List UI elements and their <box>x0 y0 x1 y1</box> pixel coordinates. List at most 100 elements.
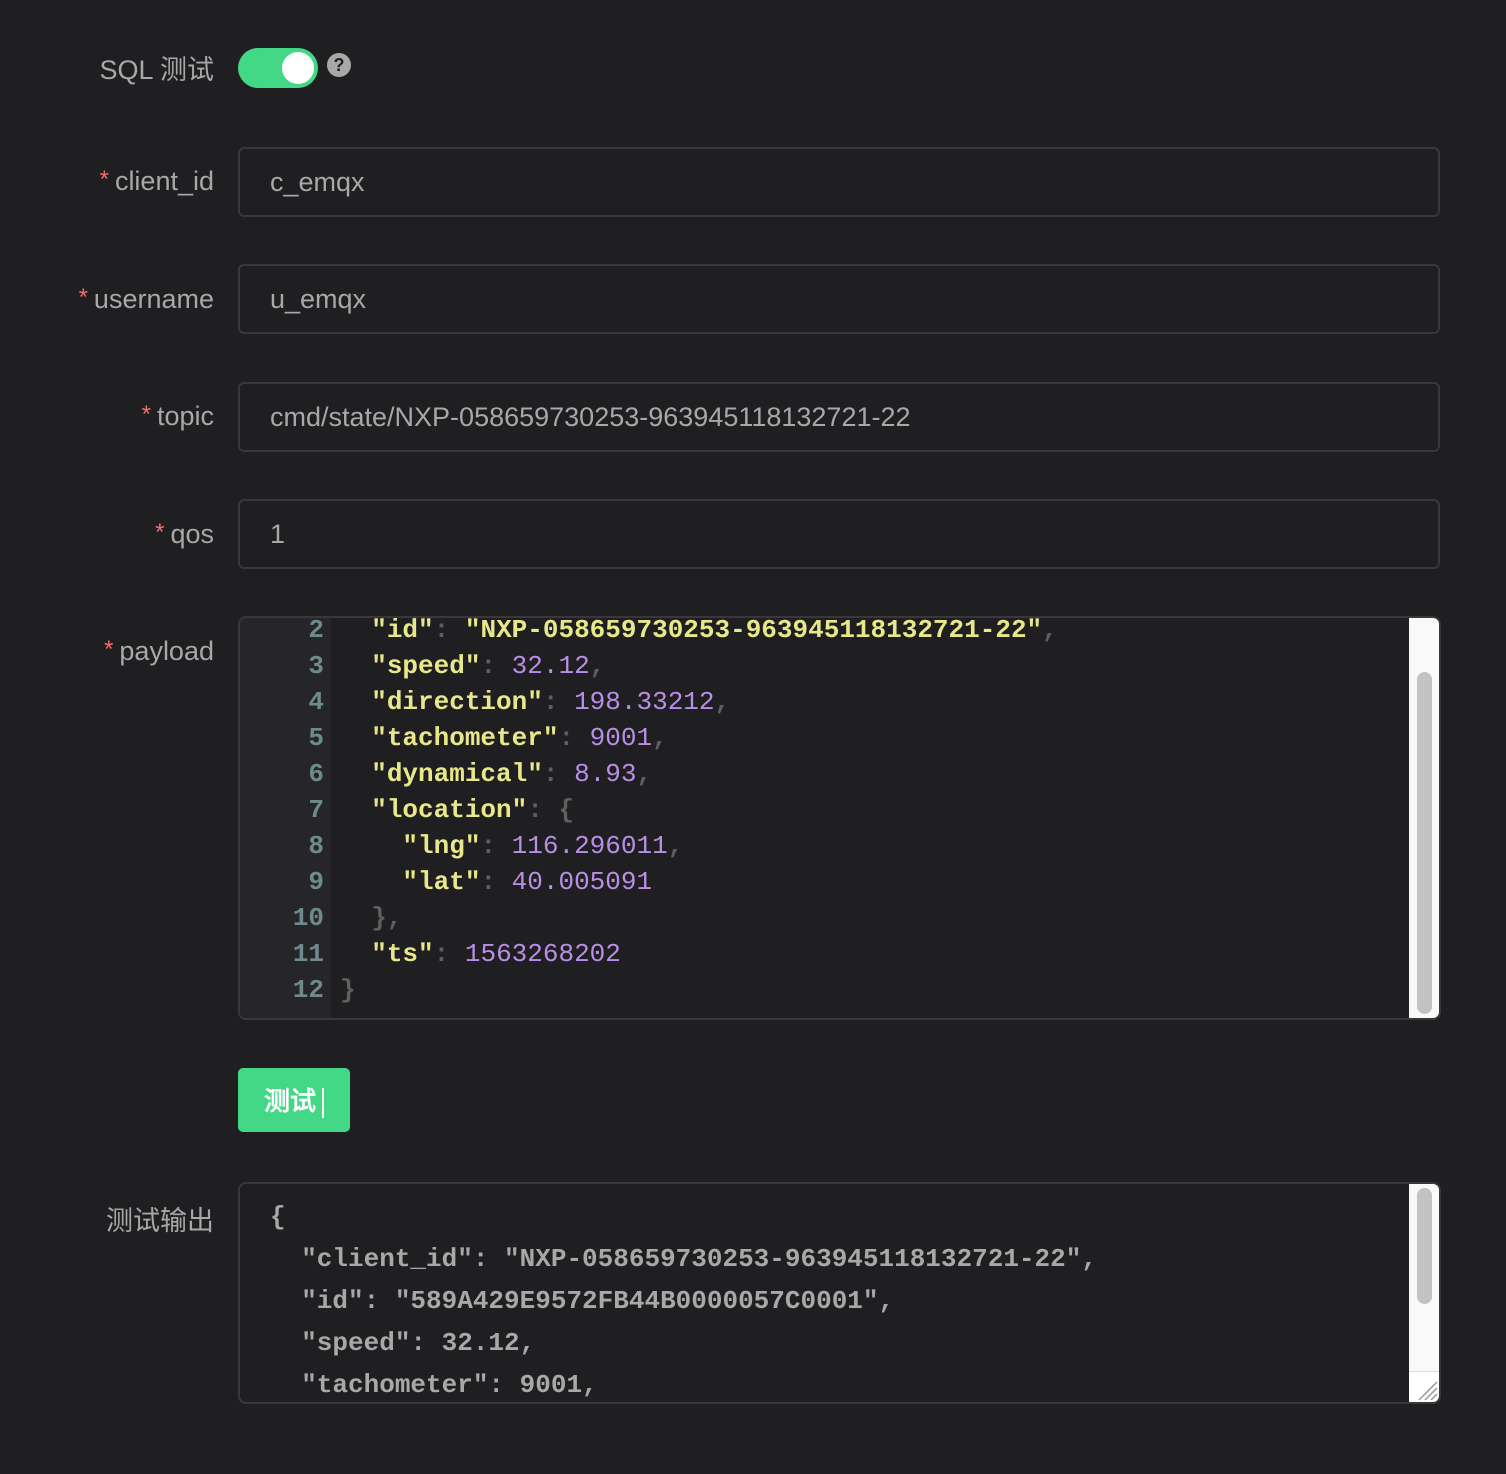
json-value: { <box>558 795 575 825</box>
json-key: "location" <box>371 795 528 825</box>
sql-test-label: SQL 测试 <box>99 55 214 85</box>
test-button[interactable]: 测试 <box>238 1068 350 1132</box>
line-number: 12 <box>292 975 324 1005</box>
json-key: "ts" <box>371 939 434 969</box>
code-content: "tachometer": 9001, <box>340 720 668 756</box>
code-content: "lng": 116.296011, <box>340 828 683 864</box>
line-number: 10 <box>292 903 324 933</box>
code-content: "lat": 40.005091 <box>340 864 652 900</box>
json-punct: , <box>652 723 668 753</box>
json-punct: , <box>714 687 731 717</box>
json-key: "speed" <box>371 651 481 681</box>
client-id-input[interactable] <box>240 149 1438 215</box>
json-separator: : <box>480 831 512 861</box>
json-separator: : <box>480 867 512 897</box>
required-mark: * <box>141 401 151 428</box>
qos-input[interactable] <box>240 501 1438 567</box>
client-id-label-text: client_id <box>114 166 214 196</box>
text-cursor <box>322 1088 324 1119</box>
json-key: "lat" <box>402 867 481 897</box>
json-separator: : <box>433 939 465 969</box>
code-content: "ts": 1563268202 <box>340 936 621 972</box>
payload-code-editor[interactable]: 2 "id": "NXP-058659730253-96394511813272… <box>238 616 1441 1020</box>
json-separator: : <box>542 687 575 717</box>
json-value: 198.33212 <box>574 687 715 717</box>
resize-handle-icon[interactable] <box>1409 1371 1439 1402</box>
code-lines: 2 "id": "NXP-058659730253-96394511813272… <box>240 616 1409 1008</box>
question-circle-icon[interactable]: ? <box>327 53 351 77</box>
json-separator: : <box>480 651 512 681</box>
code-line: 9 "lat": 40.005091 <box>240 864 1409 900</box>
payload-label: * payload <box>104 636 214 667</box>
topic-field[interactable] <box>238 382 1440 452</box>
json-key: "dynamical" <box>371 759 543 789</box>
line-number: 4 <box>308 687 324 717</box>
username-label: * username <box>79 284 214 315</box>
code-content: "speed": 32.12, <box>340 648 605 684</box>
json-value: } <box>340 975 356 1005</box>
topic-label: * topic <box>142 401 214 432</box>
json-key: "lng" <box>402 831 481 861</box>
payload-label-text: payload <box>119 636 214 666</box>
code-content: }, <box>340 900 402 936</box>
code-line: 2 "id": "NXP-058659730253-96394511813272… <box>240 616 1409 648</box>
topic-input[interactable] <box>240 384 1438 450</box>
json-separator: : <box>527 795 559 825</box>
client-id-label: * client_id <box>100 166 214 197</box>
code-line: 8 "lng": 116.296011, <box>240 828 1409 864</box>
code-line: 11 "ts": 1563268202 <box>240 936 1409 972</box>
client-id-field[interactable] <box>238 147 1440 217</box>
topic-label-text: topic <box>156 401 214 431</box>
required-mark: * <box>99 166 109 193</box>
json-value: 32.12 <box>511 651 590 681</box>
json-punct: , <box>636 759 653 789</box>
json-value: 40.005091 <box>511 867 653 897</box>
line-number: 8 <box>308 831 324 861</box>
json-value: "NXP-058659730253-963945118132721-22" <box>464 616 1043 645</box>
username-input[interactable] <box>240 266 1438 332</box>
code-line: 4 "direction": 198.33212, <box>240 684 1409 720</box>
output-scrollbar[interactable] <box>1409 1184 1439 1372</box>
code-line: 12} <box>240 972 1409 1008</box>
payload-scrollbar[interactable] <box>1409 618 1439 1018</box>
code-line: 3 "speed": 32.12, <box>240 648 1409 684</box>
line-number: 5 <box>308 723 324 753</box>
test-output-textarea[interactable]: { "client_id": "NXP-058659730253-9639451… <box>238 1182 1441 1404</box>
required-mark: * <box>78 284 88 311</box>
test-button-label: 测试 <box>263 1086 316 1116</box>
toggle-knob <box>282 52 314 84</box>
json-punct: , <box>589 651 606 681</box>
line-number: 11 <box>292 939 324 969</box>
qos-field[interactable] <box>238 499 1440 569</box>
line-number: 7 <box>308 795 324 825</box>
code-line: 5 "tachometer": 9001, <box>240 720 1409 756</box>
sql-test-toggle[interactable] <box>238 48 318 88</box>
json-separator: : <box>558 723 590 753</box>
json-key: "direction" <box>371 687 543 717</box>
code-content: "direction": 198.33212, <box>340 684 730 720</box>
line-number: 2 <box>308 616 324 645</box>
code-content: "location": { <box>340 792 574 828</box>
code-content: } <box>340 972 356 1008</box>
username-field[interactable] <box>238 264 1440 334</box>
json-punct: , <box>1042 616 1058 645</box>
username-label-text: username <box>93 284 214 314</box>
line-number: 6 <box>308 759 324 789</box>
json-punct: , <box>667 831 684 861</box>
code-line: 10 }, <box>240 900 1409 936</box>
json-value: 1563268202 <box>464 939 621 969</box>
line-number: 3 <box>308 651 324 681</box>
code-content: "id": "NXP-058659730253-963945118132721-… <box>340 616 1058 648</box>
payload-scroll-thumb[interactable] <box>1417 672 1432 1014</box>
code-content: "dynamical": 8.93, <box>340 756 652 792</box>
output-scroll-thumb[interactable] <box>1417 1188 1432 1304</box>
qos-label: * qos <box>155 519 214 550</box>
